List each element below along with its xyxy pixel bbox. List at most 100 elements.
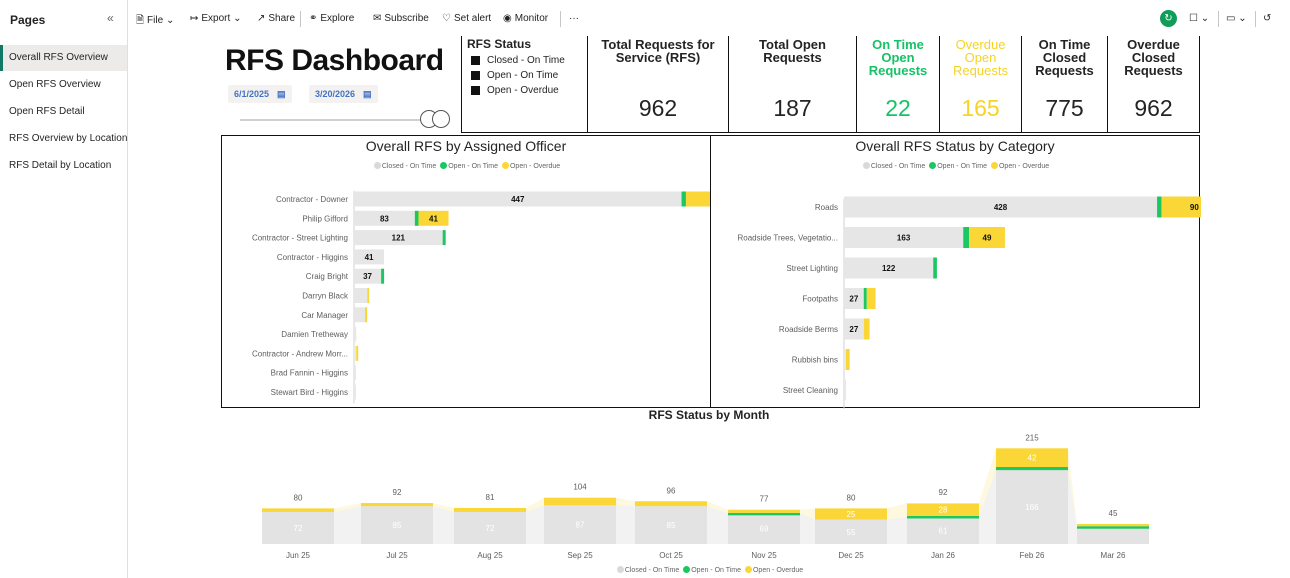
bar-open-overdue (846, 349, 850, 370)
sidebar-item-open-rfs-overview[interactable]: Open RFS Overview (0, 72, 127, 98)
category-label: Stewart Bird - Higgins (271, 388, 348, 397)
category-label: Street Cleaning (783, 386, 838, 395)
officer-chart-panel: Overall RFS by Assigned Officer Closed -… (221, 135, 712, 408)
sidebar-item-rfs-detail-by-location[interactable]: RFS Detail by Location (0, 153, 127, 179)
export-menu[interactable]: ↦ Export ⌄ (190, 13, 241, 24)
data-label: 69 (760, 525, 769, 534)
monitor-label: Monitor (514, 13, 549, 24)
app-window: Pages « Overall RFS Overview Open RFS Ov… (0, 0, 1290, 578)
end-date-value: 3/20/2026 (315, 89, 356, 99)
view-icon[interactable]: ▭ ⌄ (1226, 13, 1247, 24)
bar-open-on-time (933, 257, 937, 279)
legend-item-closed-on-time[interactable]: Closed - On Time (471, 55, 587, 66)
legend-label: Closed - On Time (624, 567, 680, 574)
data-label: 25 (847, 510, 856, 519)
kpi-value: 775 (1045, 95, 1084, 121)
sidebar-item-rfs-overview-by-location[interactable]: RFS Overview by Location (0, 126, 127, 152)
share-label: Share (268, 13, 296, 24)
bar-open-overdue (454, 507, 526, 512)
bar-open-on-time (728, 512, 800, 516)
subscribe-label: Subscribe (384, 13, 429, 24)
share-icon: ↗ (257, 13, 266, 24)
data-label: 27 (849, 295, 858, 304)
bar-closed-on-time (354, 345, 357, 361)
share-button[interactable]: ↗ Share (257, 13, 295, 24)
export-icon: ↦ (190, 13, 199, 24)
sidebar-item-open-rfs-detail[interactable]: Open RFS Detail (0, 99, 127, 125)
x-tick-label: Nov 25 (751, 551, 777, 560)
total-label: 92 (939, 488, 948, 497)
dashboard-title: RFS Dashboard (225, 44, 444, 77)
date-range-slider[interactable] (240, 119, 424, 121)
legend-item-open-overdue[interactable]: Open - Overdue (471, 85, 587, 96)
data-label: 166 (1025, 503, 1039, 512)
data-label: 83 (380, 214, 389, 223)
chevron-down-icon: ⌄ (165, 15, 175, 26)
kpi-card-on-time-closed: On Time Closed Requests 775 (1021, 36, 1108, 133)
total-label: 77 (760, 495, 769, 504)
sidebar-item-overall-rfs-overview[interactable]: Overall RFS Overview (0, 45, 127, 71)
more-options-button[interactable]: ··· (569, 13, 579, 24)
x-tick-label: Feb 26 (1020, 551, 1045, 560)
monitor-button[interactable]: ◉ Monitor (503, 13, 548, 24)
bar-open-overdue (544, 497, 616, 506)
kpi-value: 165 (961, 95, 1000, 121)
set-alert-button[interactable]: ♡ Set alert (442, 13, 491, 24)
kpi-label: Total Requests for Service (RFS) (601, 37, 715, 65)
category-label: Roadside Trees, Vegetatio... (737, 234, 838, 243)
data-label: 55 (847, 528, 856, 537)
chart-legend: Closed - On Time Open - On Time Open - O… (128, 566, 1290, 574)
reset-icon[interactable]: ↺ (1263, 13, 1271, 24)
pages-title: Pages (10, 13, 46, 27)
category-chart-panel: Overall RFS Status by Category Closed - … (710, 135, 1201, 409)
data-label: 72 (294, 524, 303, 533)
legend-label: Open - Overdue (752, 567, 804, 574)
subscribe-button[interactable]: ✉ Subscribe (373, 13, 429, 24)
x-tick-label: Jan 26 (931, 551, 956, 560)
bar-open-on-time (681, 191, 686, 207)
file-menu[interactable]: 🗎 File ⌄ (136, 13, 174, 30)
total-label: 45 (1109, 509, 1118, 518)
slider-end-handle[interactable] (432, 110, 450, 128)
month-area-chart: 72 80 Jun 25 85 92 Jul 25 72 81 Aug 25 87 104 Sep 2… (262, 433, 1149, 560)
bar-closed-on-time (354, 307, 365, 323)
kpi-value: 22 (885, 95, 911, 121)
data-label: 28 (939, 506, 948, 515)
bar-closed-on-time (844, 349, 846, 370)
export-label: Export (201, 13, 231, 24)
kpi-card-on-time-open: On Time Open Requests 22 (856, 36, 940, 133)
collapse-sidebar-icon[interactable]: « (107, 11, 114, 25)
end-date-input[interactable]: 3/20/2026 ▤ (309, 85, 378, 103)
data-label: 37 (363, 272, 372, 281)
data-label: 447 (511, 195, 525, 204)
legend-dot-open-on-time (683, 566, 691, 573)
bookmark-icon[interactable]: ☐ ⌄ (1189, 13, 1209, 24)
x-tick-label: Oct 25 (659, 551, 683, 560)
kpi-label: Overdue Open Requests (953, 37, 1008, 78)
legend-label: Closed - On Time (487, 55, 565, 66)
file-label: File (147, 15, 164, 26)
data-label: 163 (897, 234, 911, 243)
bar-closed-on-time (1077, 527, 1149, 544)
category-label: Contractor - Andrew Morr... (252, 349, 348, 358)
legend-swatch (471, 56, 480, 65)
x-tick-label: Mar 26 (1101, 551, 1126, 560)
start-date-input[interactable]: 6/1/2025 ▤ (228, 85, 292, 103)
legend-item-open-on-time[interactable]: Open - On Time (471, 70, 587, 81)
bar-open-overdue (364, 307, 368, 323)
total-label: 104 (573, 483, 587, 492)
bar-open-on-time (907, 515, 979, 519)
start-date-value: 6/1/2025 (234, 89, 270, 99)
x-tick-label: Jun 25 (286, 551, 311, 560)
category-bar-chart: Roads 428 90 Roadside Trees, Vegetatio... 16… (737, 196, 1201, 409)
explore-button[interactable]: ⚭ Explore (309, 13, 354, 24)
refresh-icon[interactable]: ↻ (1160, 10, 1177, 27)
category-label: Philip Gifford (302, 214, 348, 223)
kpi-value: 187 (773, 95, 812, 121)
category-label: Damien Tretheway (281, 330, 348, 339)
category-label: Street Lighting (786, 264, 838, 273)
explore-label: Explore (320, 13, 355, 24)
data-label: 41 (365, 253, 374, 262)
bar-open-overdue (863, 318, 870, 340)
kpi-value: 962 (1134, 95, 1173, 121)
